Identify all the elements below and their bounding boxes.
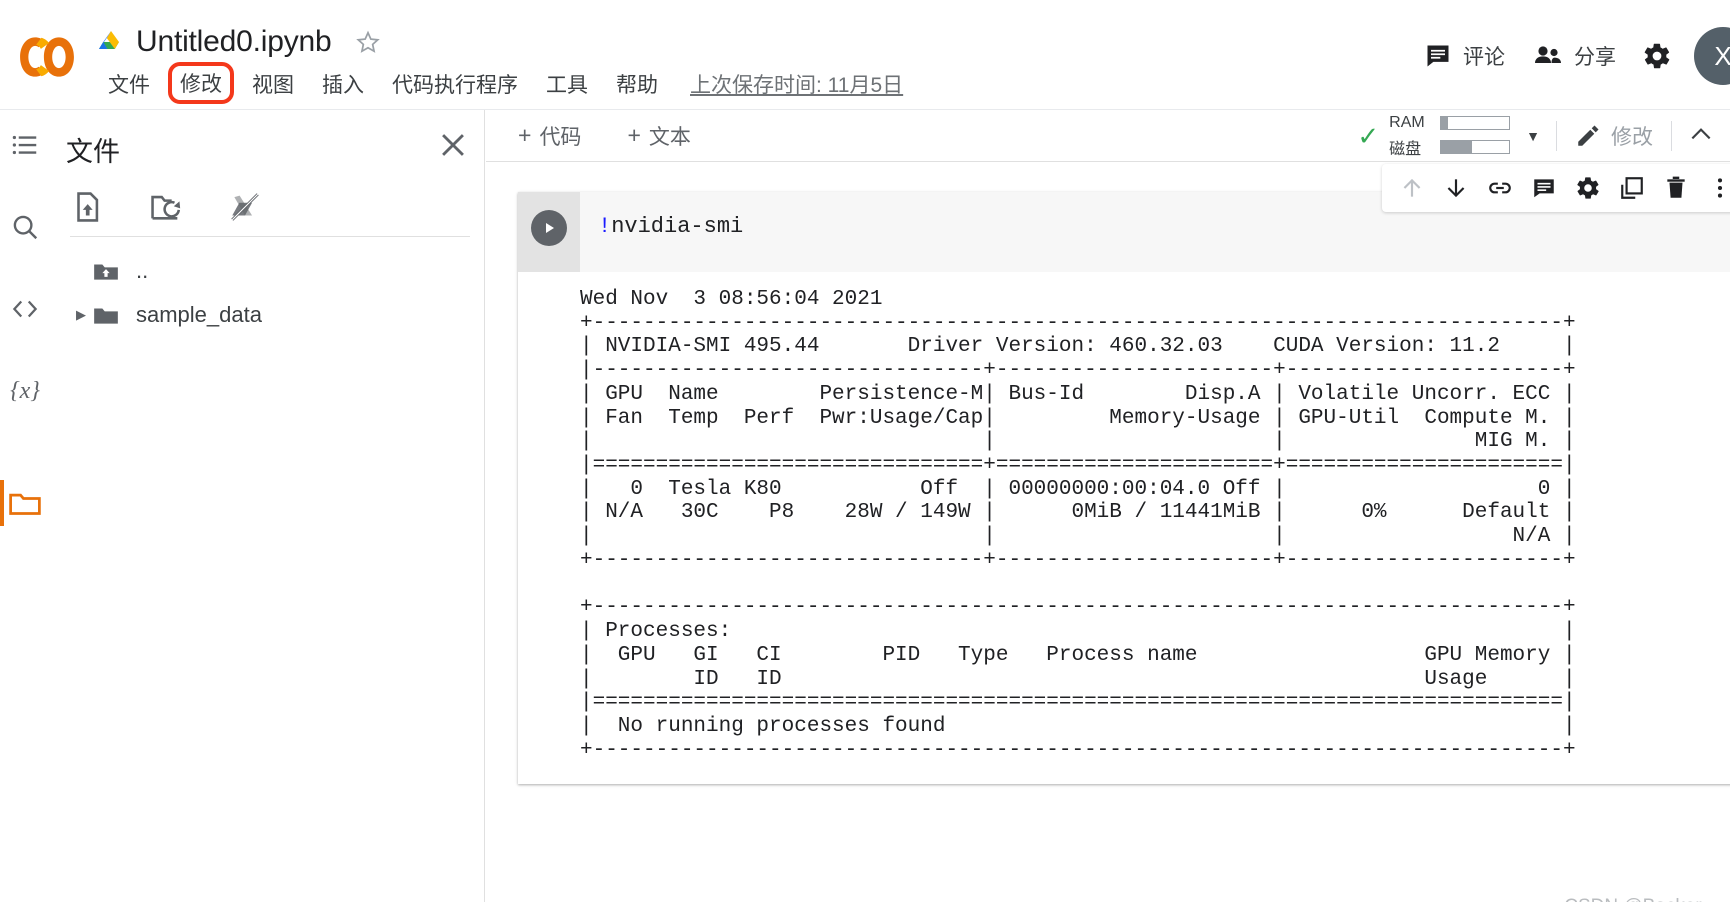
search-icon bbox=[13, 215, 38, 240]
files-panel: 文件 .. ▶ sample_data bbox=[50, 110, 485, 902]
close-icon[interactable] bbox=[436, 128, 470, 162]
ram-bar bbox=[1440, 115, 1511, 130]
rail-item-variables[interactable]: {x} bbox=[0, 366, 50, 416]
add-code-label: 代码 bbox=[539, 125, 582, 149]
toolbar-separator bbox=[1671, 121, 1672, 151]
avatar[interactable]: X bbox=[1694, 27, 1730, 85]
check-icon: ✓ bbox=[1357, 120, 1380, 151]
drive-icon bbox=[99, 31, 119, 49]
list-item-label: sample_data bbox=[136, 302, 262, 327]
menu-item-edit[interactable]: 修改 bbox=[168, 62, 234, 104]
rail-item-files[interactable] bbox=[0, 478, 50, 528]
menu-item-view[interactable]: 视图 bbox=[242, 66, 304, 102]
disk-meter: 磁盘 bbox=[1389, 135, 1511, 159]
plus-icon: + bbox=[627, 122, 641, 148]
code-cell[interactable]: !nvidia-smi Wed Nov 3 08:56:04 2021 +---… bbox=[518, 164, 1730, 785]
run-gutter bbox=[518, 192, 580, 272]
add-text-label: 文本 bbox=[648, 125, 691, 149]
people-icon bbox=[1535, 46, 1561, 63]
menu-bar: 文件 修改 视图 插入 代码执行程序 工具 帮助 上次保存时间: 11月5日 bbox=[98, 62, 903, 104]
notebook-toolbar: + 代码 + 文本 ✓ RAM 磁盘 ▼ 修改 bbox=[486, 110, 1730, 162]
star-outline-icon[interactable] bbox=[355, 29, 381, 55]
comment-icon[interactable] bbox=[1522, 166, 1566, 210]
link-icon[interactable] bbox=[1478, 166, 1522, 210]
toolbar-separator bbox=[1556, 121, 1557, 151]
notebook-area: + 代码 + 文本 ✓ RAM 磁盘 ▼ 修改 !nvidia-smi Wed … bbox=[486, 110, 1730, 902]
share-label: 分享 bbox=[1574, 46, 1616, 69]
files-folder-icon bbox=[9, 493, 41, 515]
add-code-cell-button[interactable]: + 代码 bbox=[504, 117, 595, 155]
cell-toolbar bbox=[1382, 164, 1730, 212]
play-icon[interactable] bbox=[531, 210, 567, 246]
parent-folder-icon bbox=[92, 257, 124, 285]
files-divider bbox=[70, 236, 470, 237]
header-actions: 评论 分享 X bbox=[1410, 26, 1730, 86]
chevron-right-icon[interactable]: ▶ bbox=[70, 307, 92, 323]
upload-file-icon[interactable] bbox=[70, 190, 104, 224]
disk-bar bbox=[1440, 139, 1511, 154]
cell-output: Wed Nov 3 08:56:04 2021 +---------------… bbox=[518, 272, 1730, 785]
left-rail: {x} bbox=[0, 110, 50, 902]
move-cell-up-icon[interactable] bbox=[1390, 166, 1434, 210]
comment-button[interactable]: 评论 bbox=[1410, 35, 1519, 77]
ram-label: RAM bbox=[1389, 113, 1425, 131]
chevron-up-icon[interactable] bbox=[1678, 117, 1724, 156]
title-row: Untitled0.ipynb bbox=[98, 20, 381, 64]
menu-item-tools[interactable]: 工具 bbox=[536, 66, 598, 102]
share-button[interactable]: 分享 bbox=[1519, 35, 1630, 77]
list-item[interactable]: ▶ sample_data bbox=[70, 298, 262, 332]
delete-cell-icon[interactable] bbox=[1654, 166, 1698, 210]
rail-item-toc[interactable] bbox=[0, 120, 50, 170]
move-cell-down-icon[interactable] bbox=[1434, 166, 1478, 210]
code-command: nvidia-smi bbox=[611, 214, 744, 239]
menu-item-runtime[interactable]: 代码执行程序 bbox=[382, 66, 528, 102]
edit-label: 修改 bbox=[1611, 126, 1653, 149]
plus-icon: + bbox=[518, 122, 532, 148]
cell-settings-icon[interactable] bbox=[1566, 166, 1610, 210]
colab-window: Untitled0.ipynb 文件 修改 视图 插入 代码执行程序 工具 帮助… bbox=[0, 0, 1730, 902]
toolbar-right: ✓ RAM 磁盘 ▼ 修改 bbox=[1357, 110, 1730, 162]
ram-meter: RAM bbox=[1389, 113, 1511, 132]
open-in-tab-icon[interactable] bbox=[1610, 166, 1654, 210]
chevron-down-icon[interactable]: ▼ bbox=[1526, 128, 1540, 144]
code-editor[interactable]: !nvidia-smi bbox=[580, 192, 743, 272]
refresh-folder-icon[interactable] bbox=[149, 190, 183, 224]
mount-drive-disabled-icon[interactable] bbox=[228, 190, 262, 224]
list-item-label: .. bbox=[136, 258, 149, 283]
gear-icon bbox=[1644, 43, 1670, 69]
colab-logo[interactable] bbox=[18, 28, 76, 86]
app-header: Untitled0.ipynb 文件 修改 视图 插入 代码执行程序 工具 帮助… bbox=[0, 0, 1730, 110]
files-panel-title: 文件 bbox=[66, 137, 120, 167]
edit-mode-button[interactable]: 修改 bbox=[1563, 117, 1665, 155]
code-snippets-icon bbox=[12, 300, 38, 318]
comment-icon bbox=[1427, 45, 1449, 67]
comment-label: 评论 bbox=[1463, 46, 1505, 69]
rail-item-code-snippets[interactable] bbox=[0, 284, 50, 334]
folder-icon bbox=[92, 301, 124, 329]
pencil-icon bbox=[1578, 125, 1599, 146]
page-title: Untitled0.ipynb bbox=[136, 25, 332, 58]
rail-active-indicator bbox=[0, 480, 4, 526]
list-item[interactable]: .. bbox=[70, 254, 148, 288]
toc-icon bbox=[12, 135, 37, 155]
bang-token: ! bbox=[598, 214, 612, 239]
save-status-link[interactable]: 上次保存时间: 11月5日 bbox=[690, 69, 903, 99]
add-text-cell-button[interactable]: + 文本 bbox=[613, 117, 704, 155]
more-vert-icon[interactable] bbox=[1698, 166, 1730, 210]
watermark: CSDN @Backer. bbox=[1564, 896, 1706, 902]
rail-item-search[interactable] bbox=[0, 202, 50, 252]
menu-item-help[interactable]: 帮助 bbox=[606, 66, 668, 102]
menu-item-insert[interactable]: 插入 bbox=[312, 66, 374, 102]
files-toolbar bbox=[70, 190, 262, 224]
resource-meters[interactable]: RAM 磁盘 bbox=[1389, 113, 1511, 159]
disk-label: 磁盘 bbox=[1389, 140, 1422, 158]
settings-button[interactable] bbox=[1630, 35, 1684, 77]
menu-item-file[interactable]: 文件 bbox=[98, 66, 160, 102]
